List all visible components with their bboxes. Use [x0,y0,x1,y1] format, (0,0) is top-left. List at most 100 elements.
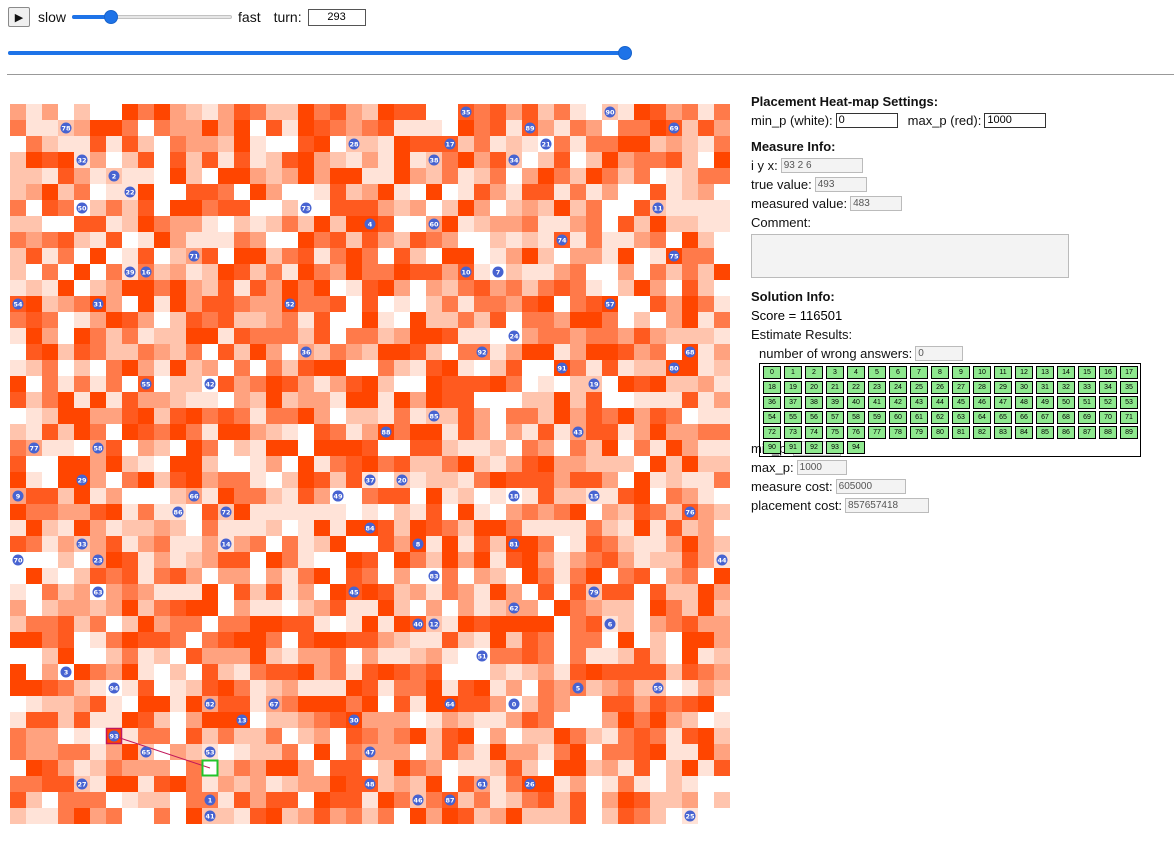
exit-marker[interactable]: 76 [684,506,696,518]
exit-marker[interactable]: 78 [60,122,72,134]
exit-marker[interactable]: 68 [684,346,696,358]
exit-marker[interactable]: 41 [204,810,216,822]
exit-marker[interactable]: 17 [444,138,456,150]
exit-marker[interactable]: 61 [476,778,488,790]
exit-marker[interactable]: 32 [76,154,88,166]
exit-marker[interactable]: 81 [508,538,520,550]
exit-marker[interactable]: 69 [668,122,680,134]
exit-marker[interactable]: 16 [140,266,152,278]
exit-marker[interactable]: 11 [652,202,664,214]
exit-marker[interactable]: 44 [716,554,728,566]
exit-marker[interactable]: 20 [396,474,408,486]
exit-marker[interactable]: 73 [300,202,312,214]
comment-textarea[interactable] [751,234,1069,278]
exit-marker[interactable]: 90 [604,106,616,118]
exit-marker[interactable]: 64 [444,698,456,710]
exit-marker[interactable]: 24 [508,330,520,342]
exit-marker[interactable]: 30 [348,714,360,726]
speed-slider[interactable] [72,9,233,25]
exit-marker[interactable]: 55 [140,378,152,390]
exit-marker[interactable]: 79 [588,586,600,598]
exit-marker[interactable]: 75 [668,250,680,262]
exit-marker[interactable]: 9 [12,490,24,502]
exit-marker[interactable]: 27 [76,778,88,790]
exit-marker[interactable]: 72 [220,506,232,518]
exit-marker[interactable]: 94 [108,682,120,694]
exit-marker[interactable]: 45 [348,586,360,598]
exit-marker[interactable]: 14 [220,538,232,550]
exit-marker[interactable]: 84 [364,522,376,534]
exit-marker[interactable]: 88 [380,426,392,438]
exit-marker[interactable]: 51 [476,650,488,662]
exit-marker[interactable]: 18 [508,490,520,502]
exit-marker[interactable]: 22 [124,186,136,198]
exit-marker[interactable]: 87 [444,794,456,806]
exit-marker[interactable]: 48 [364,778,376,790]
exit-marker[interactable]: 66 [188,490,200,502]
exit-marker[interactable]: 53 [204,746,216,758]
exit-marker[interactable]: 10 [460,266,472,278]
exit-marker[interactable]: 6 [604,618,616,630]
exit-marker[interactable]: 40 [412,618,424,630]
exit-marker[interactable]: 65 [140,746,152,758]
exit-marker[interactable]: 43 [572,426,584,438]
exit-marker[interactable]: 83 [428,570,440,582]
exit-marker[interactable]: 25 [684,810,696,822]
exit-marker[interactable]: 33 [76,538,88,550]
exit-marker[interactable]: 86 [172,506,184,518]
exit-marker[interactable]: 52 [284,298,296,310]
exit-marker[interactable]: 38 [428,154,440,166]
exit-marker[interactable]: 74 [556,234,568,246]
exit-marker[interactable]: 39 [124,266,136,278]
exit-marker[interactable]: 29 [76,474,88,486]
exit-marker[interactable]: 62 [508,602,520,614]
exit-marker[interactable]: 26 [524,778,536,790]
max-p-red-input[interactable]: 1000 [984,113,1047,128]
exit-marker[interactable]: 92 [476,346,488,358]
exit-marker[interactable]: 63 [92,586,104,598]
exit-marker[interactable]: 7 [492,266,504,278]
play-button[interactable]: ▶ [8,7,30,27]
speed-slider-thumb[interactable] [104,10,119,24]
exit-marker[interactable]: 13 [236,714,248,726]
exit-marker[interactable]: 34 [508,154,520,166]
exit-marker[interactable]: 23 [92,554,104,566]
exit-marker[interactable]: 8 [412,538,424,550]
exit-marker[interactable]: 49 [332,490,344,502]
exit-marker[interactable]: 82 [204,698,216,710]
exit-marker[interactable]: 58 [92,442,104,454]
exit-marker[interactable]: 36 [300,346,312,358]
exit-marker[interactable]: 59 [652,682,664,694]
exit-marker[interactable]: 70 [12,554,24,566]
exit-marker[interactable]: 15 [588,490,600,502]
exit-marker[interactable]: 21 [540,138,552,150]
turn-input[interactable] [307,8,366,26]
exit-marker[interactable]: 31 [92,298,104,310]
exit-marker[interactable]: 28 [348,138,360,150]
exit-marker[interactable]: 42 [204,378,216,390]
min-p-white-input[interactable]: 0 [835,113,898,128]
exit-marker[interactable]: 60 [428,218,440,230]
exit-marker[interactable]: 67 [268,698,280,710]
exit-marker[interactable]: 85 [428,410,440,422]
exit-marker[interactable]: 46 [412,794,424,806]
exit-marker[interactable]: 89 [524,122,536,134]
exit-marker[interactable]: 91 [556,362,568,374]
exit-marker[interactable]: 80 [668,362,680,374]
exit-marker[interactable]: 5 [572,682,584,694]
exit-marker[interactable]: 3 [60,666,72,678]
exit-marker[interactable]: 35 [460,106,472,118]
turn-slider[interactable] [8,45,632,61]
exit-marker[interactable]: 0 [508,698,520,710]
exit-marker[interactable]: 54 [12,298,24,310]
exit-marker[interactable]: 12 [428,618,440,630]
exit-marker[interactable]: 71 [188,250,200,262]
exit-marker[interactable]: 1 [204,794,216,806]
exit-marker[interactable]: 57 [604,298,616,310]
exit-marker[interactable]: 47 [364,746,376,758]
exit-marker[interactable]: 4 [364,218,376,230]
exit-marker[interactable]: 37 [364,474,376,486]
turn-slider-thumb[interactable] [618,46,632,60]
exit-marker[interactable]: 93 [108,730,120,742]
exit-marker[interactable]: 2 [108,170,120,182]
